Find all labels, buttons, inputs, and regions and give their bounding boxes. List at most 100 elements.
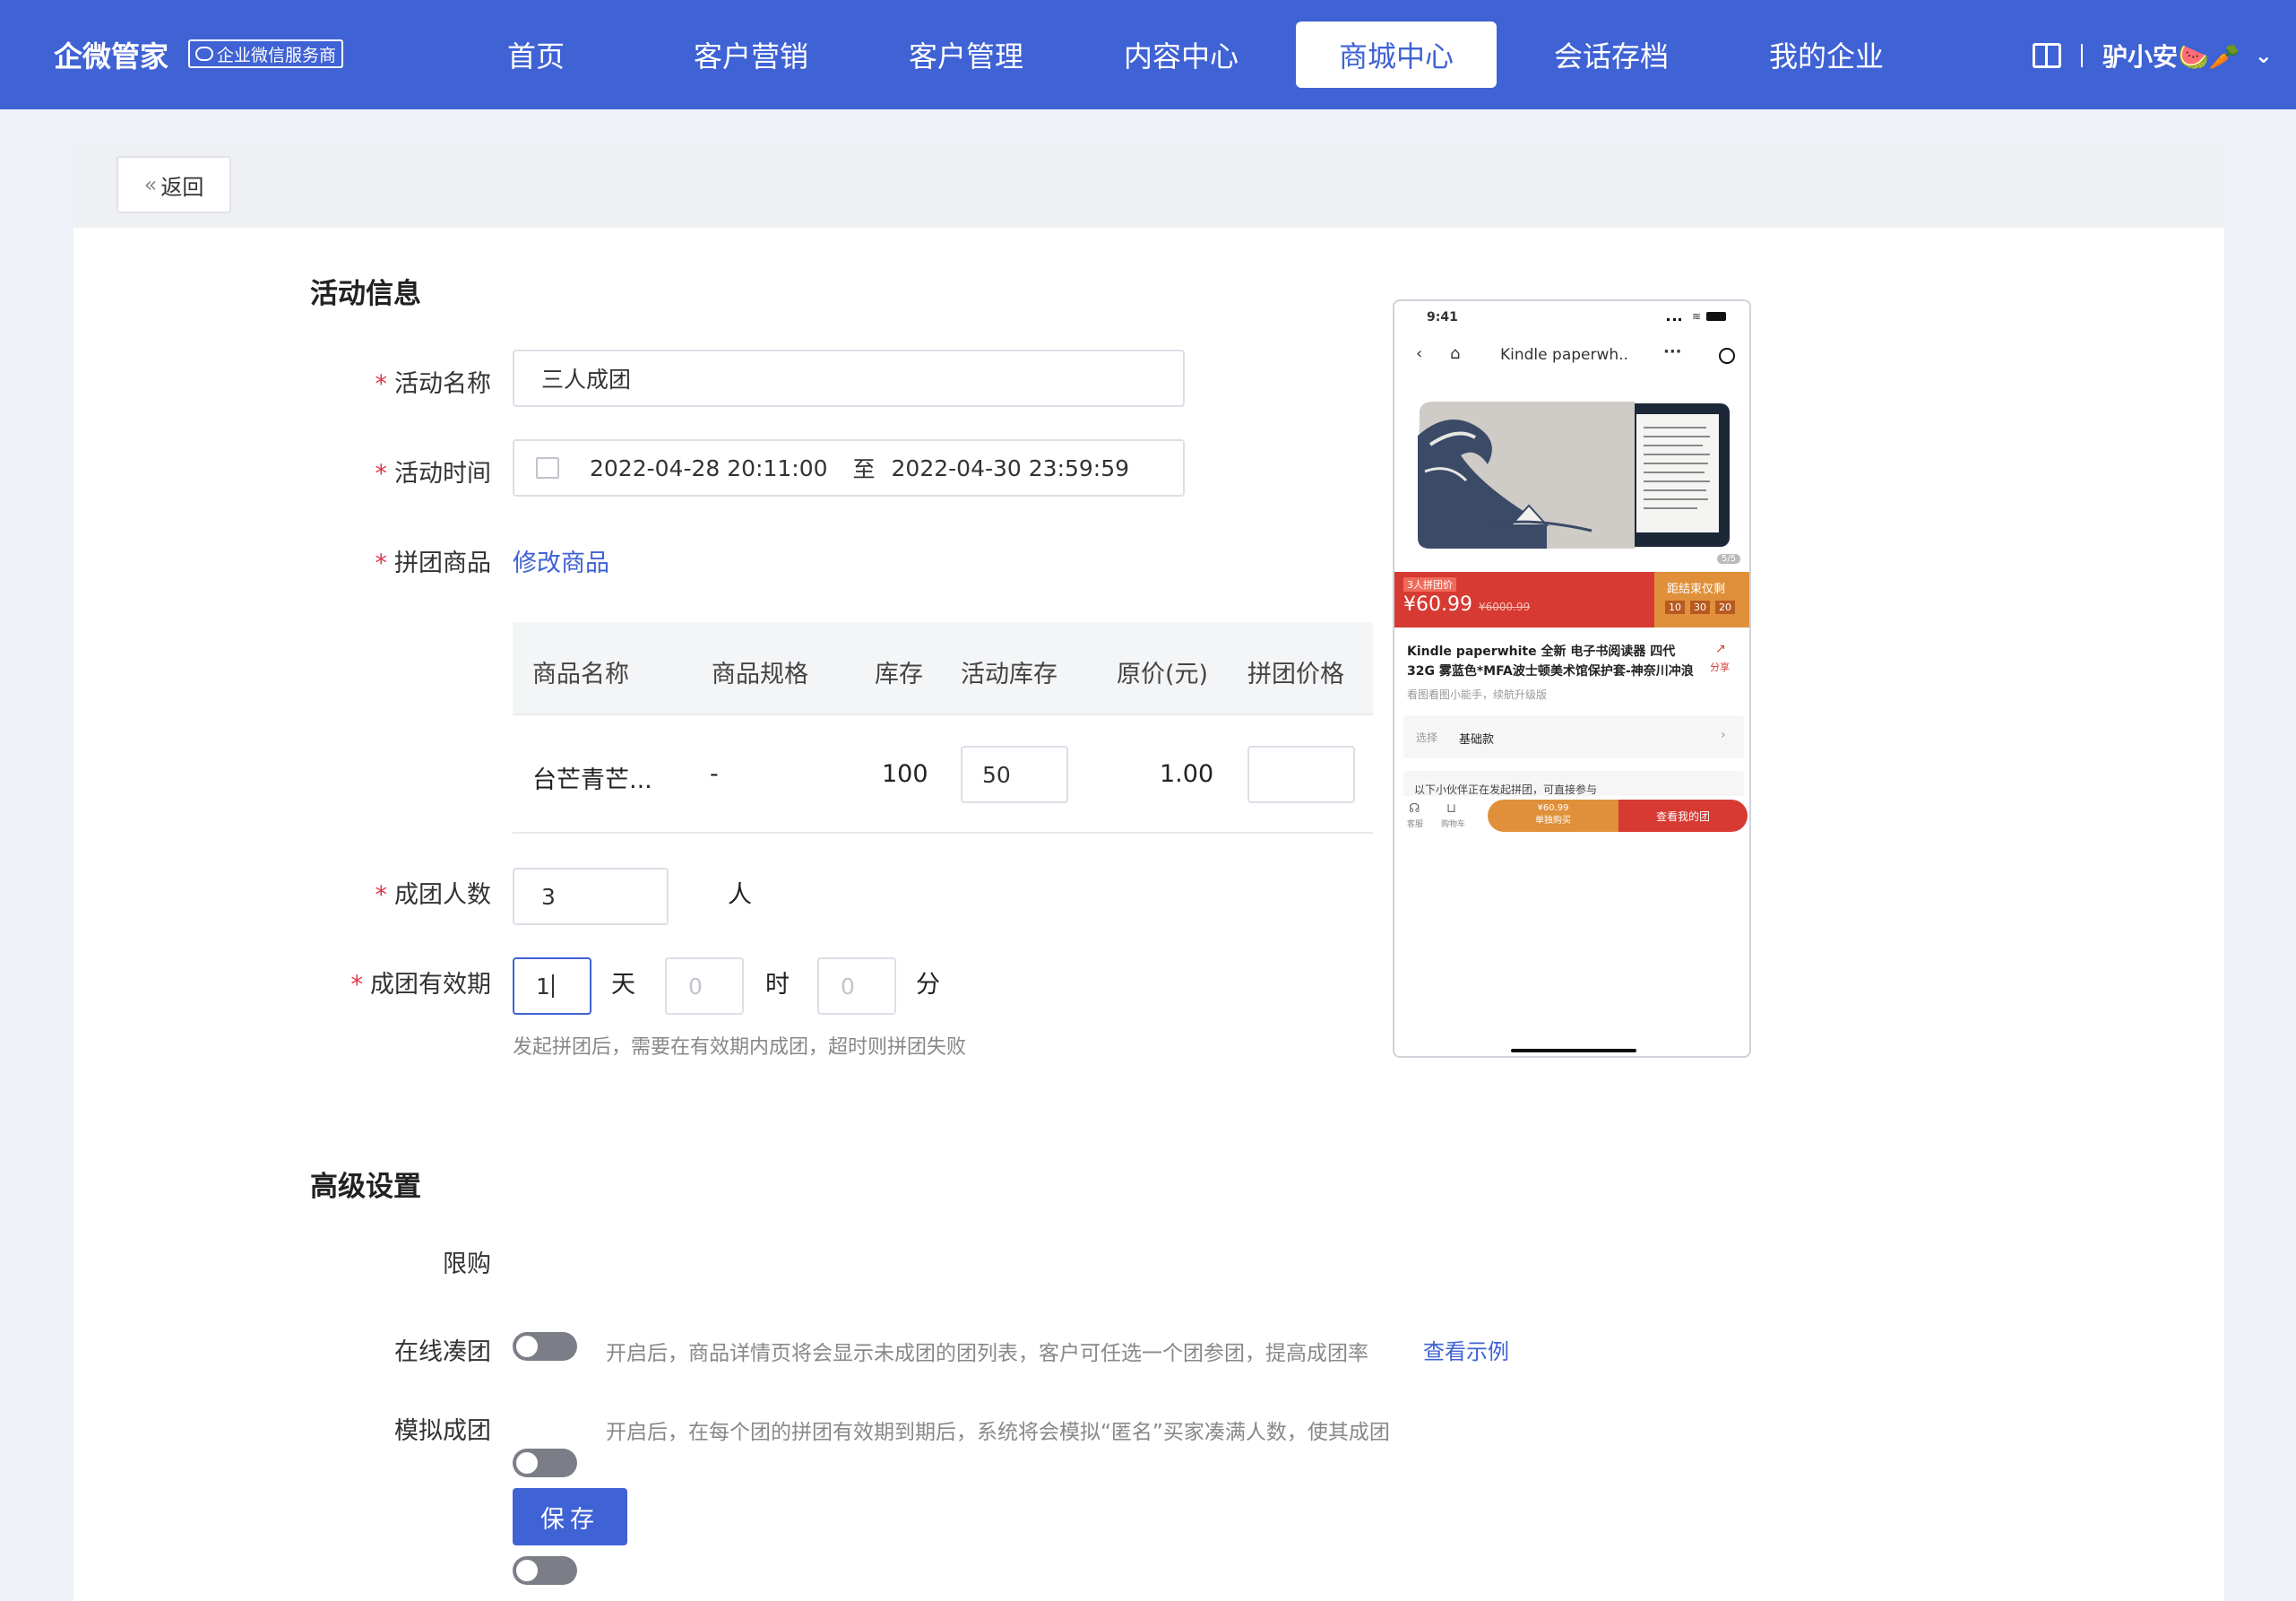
save-button[interactable]: 保存 bbox=[513, 1488, 627, 1545]
cell-product-name: 台芒青芒... bbox=[532, 766, 652, 794]
th-product-name: 商品名称 bbox=[532, 661, 629, 688]
group-notice: 以下小伙伴正在发起拼团，可直接参与 bbox=[1414, 783, 1598, 796]
user-area: 驴小安🍉🥕 ⌄ bbox=[2033, 36, 2273, 75]
nav-content-center[interactable]: 内容中心 bbox=[1074, 22, 1289, 88]
validity-label: * 成团有效期 bbox=[276, 965, 492, 1000]
hours-unit: 时 bbox=[765, 971, 790, 999]
product-table-header bbox=[513, 622, 1373, 715]
required-mark: * bbox=[375, 550, 388, 577]
app-logo[interactable]: 企微管家 bbox=[54, 34, 168, 75]
product-image bbox=[1394, 391, 1749, 561]
label-text: 成团有效期 bbox=[370, 971, 491, 999]
top-nav-bar: 企微管家 企业微信服务商 首页 客户营销 客户管理 内容中心 商城中心 会话存档… bbox=[0, 0, 2296, 109]
cart-icon[interactable]: ⊔ bbox=[1446, 801, 1456, 816]
home-icon[interactable]: ⌂ bbox=[1450, 344, 1460, 363]
group-product-label: * 拼团商品 bbox=[276, 543, 492, 578]
chevron-right-icon: › bbox=[1721, 728, 1726, 742]
badge-label: 企业微信服务商 bbox=[217, 45, 337, 65]
section-title-advanced: 高级设置 bbox=[310, 1171, 421, 1203]
th-stock: 库存 bbox=[875, 661, 923, 688]
nav-session-archive[interactable]: 会话存档 bbox=[1504, 22, 1719, 88]
card-header: « 返回 bbox=[73, 142, 2224, 228]
wifi-icon: ≋ bbox=[1691, 310, 1701, 323]
preview-subtitle: 看图看图小能手，续航升级版 bbox=[1407, 688, 1548, 701]
purchase-limit-toggle[interactable] bbox=[513, 1332, 577, 1361]
online-group-hint: 开启后，商品详情页将会显示未成团的团列表，客户可任选一个团参团，提高成团率 bbox=[606, 1342, 1368, 1365]
buy-alone-button[interactable]: ¥60.99 单独购买 bbox=[1488, 800, 1618, 832]
close-target-icon[interactable] bbox=[1719, 348, 1735, 364]
activity-stock-input[interactable]: 50 bbox=[961, 746, 1068, 803]
preview-product-title: Kindle paperwhite 全新 电子书阅读器 四代32G 雾蓝色*MF… bbox=[1407, 645, 1694, 679]
activity-name-label: * 活动名称 bbox=[276, 364, 492, 399]
end-time: 2022-04-30 23:59:59 bbox=[891, 454, 1130, 481]
signal-icon bbox=[1667, 312, 1681, 321]
label-text: 成团人数 bbox=[394, 881, 491, 909]
online-group-toggle[interactable] bbox=[513, 1449, 577, 1477]
label-text: 活动时间 bbox=[394, 460, 491, 488]
ereader-illustration bbox=[1418, 402, 1730, 549]
nav-mall-center[interactable]: 商城中心 bbox=[1296, 22, 1497, 88]
countdown-label: 距结束仅剩 bbox=[1667, 583, 1726, 596]
preview-page-title: Kindle paperwh.. bbox=[1500, 346, 1628, 364]
main-nav: 首页 客户营销 客户管理 内容中心 商城中心 会话存档 我的企业 bbox=[428, 22, 1934, 88]
more-icon[interactable]: ··· bbox=[1663, 342, 1682, 361]
group-size-input[interactable]: 3 bbox=[513, 868, 669, 925]
simulate-group-toggle[interactable] bbox=[513, 1556, 577, 1585]
th-spec: 商品规格 bbox=[712, 661, 808, 688]
share-icon[interactable]: ↗ bbox=[1715, 642, 1726, 656]
home-indicator bbox=[1511, 1049, 1636, 1052]
back-arrow-icon[interactable]: ‹ bbox=[1416, 344, 1422, 363]
chat-icon bbox=[195, 47, 213, 61]
text-cursor bbox=[551, 974, 554, 998]
activity-time-range-picker[interactable]: 2022-04-28 20:11:00 至 2022-04-30 23:59:5… bbox=[513, 439, 1185, 497]
label-text: 活动名称 bbox=[394, 370, 491, 398]
days-unit: 天 bbox=[611, 971, 635, 999]
countdown-hours: 10 bbox=[1665, 601, 1685, 614]
username[interactable]: 驴小安🍉🥕 bbox=[2102, 38, 2240, 74]
days-input[interactable]: 1 bbox=[513, 957, 591, 1015]
nav-my-enterprise[interactable]: 我的企业 bbox=[1719, 22, 1934, 88]
th-original-price: 原价(元) bbox=[1117, 661, 1209, 688]
countdown-timer: 10 30 20 bbox=[1665, 601, 1735, 614]
double-chevron-left-icon: « bbox=[143, 172, 158, 197]
back-button[interactable]: « 返回 bbox=[117, 156, 231, 213]
service-provider-badge: 企业微信服务商 bbox=[188, 39, 344, 68]
start-time: 2022-04-28 20:11:00 bbox=[590, 454, 828, 481]
group-size-label: * 成团人数 bbox=[276, 875, 492, 910]
countdown-seconds: 20 bbox=[1715, 601, 1735, 614]
purchase-limit-label: 限购 bbox=[443, 1251, 491, 1278]
minutes-input[interactable]: 0 bbox=[817, 957, 896, 1015]
headset-icon[interactable]: ☊ bbox=[1409, 801, 1420, 816]
simulate-group-label: 模拟成团 bbox=[394, 1417, 491, 1445]
nav-home[interactable]: 首页 bbox=[428, 22, 643, 88]
input-placeholder: 0 bbox=[841, 973, 855, 1000]
back-label: 返回 bbox=[160, 174, 204, 200]
group-price-input[interactable] bbox=[1247, 746, 1355, 803]
validity-hint: 发起拼团后，需要在有效期内成团，超时则拼团失败 bbox=[513, 1036, 967, 1059]
nav-customer-marketing[interactable]: 客户营销 bbox=[643, 22, 859, 88]
calendar-icon bbox=[536, 457, 559, 479]
spec-selector[interactable] bbox=[1403, 715, 1744, 758]
input-value: 三人成团 bbox=[541, 367, 632, 393]
view-example-link[interactable]: 查看示例 bbox=[1423, 1334, 1509, 1365]
th-group-price: 拼团价格 bbox=[1247, 661, 1344, 688]
group-tag: 3人拼团价 bbox=[1403, 577, 1456, 592]
divider bbox=[2081, 44, 2083, 67]
chevron-down-icon[interactable]: ⌄ bbox=[2255, 43, 2273, 68]
activity-time-label: * 活动时间 bbox=[276, 454, 492, 489]
group-size-unit: 人 bbox=[728, 881, 752, 909]
input-value: 50 bbox=[982, 761, 1011, 788]
activity-name-input[interactable]: 三人成团 bbox=[513, 350, 1185, 407]
input-value: 3 bbox=[541, 883, 556, 910]
online-group-label: 在线凑团 bbox=[394, 1338, 491, 1366]
input-placeholder: 0 bbox=[688, 973, 703, 1000]
nav-customer-management[interactable]: 客户管理 bbox=[859, 22, 1074, 88]
share-label[interactable]: 分享 bbox=[1710, 660, 1730, 674]
view-my-group-button[interactable]: 查看我的团 bbox=[1618, 800, 1748, 832]
book-icon[interactable] bbox=[2033, 43, 2061, 68]
select-label: 选择 bbox=[1416, 731, 1438, 744]
mobile-preview: 9:41 ≋ ‹ ⌂ Kindle paperwh.. ··· 5/5 3人拼团 bbox=[1393, 299, 1751, 1058]
modify-product-link[interactable]: 修改商品 bbox=[513, 543, 609, 578]
hours-input[interactable]: 0 bbox=[665, 957, 744, 1015]
service-label: 客服 bbox=[1407, 820, 1424, 829]
